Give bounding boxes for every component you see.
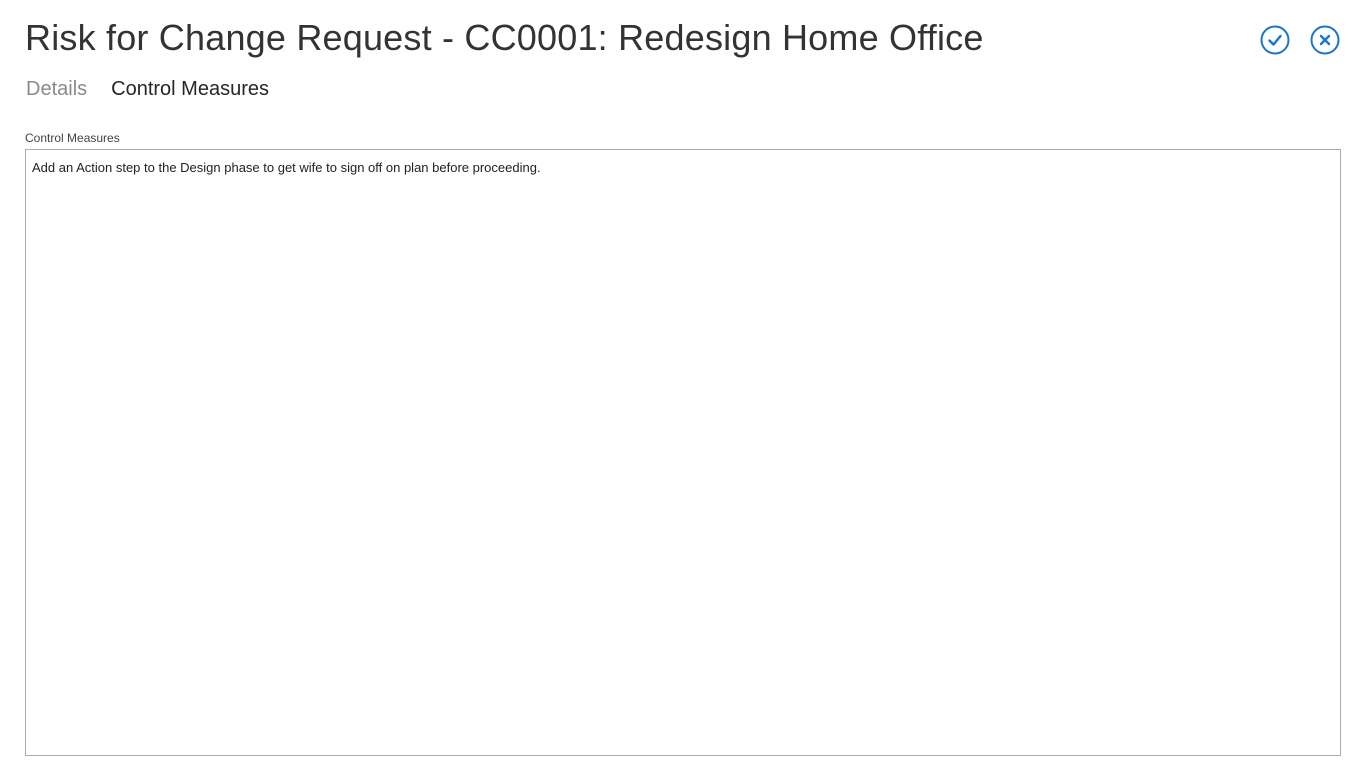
control-measures-value: Add an Action step to the Design phase t… bbox=[32, 160, 541, 175]
close-button[interactable] bbox=[1310, 25, 1340, 55]
control-measures-label: Control Measures bbox=[25, 131, 120, 145]
close-circle-icon bbox=[1310, 25, 1340, 55]
check-circle-icon bbox=[1260, 25, 1290, 55]
control-measures-textarea[interactable]: Add an Action step to the Design phase t… bbox=[25, 149, 1341, 756]
tab-control-measures[interactable]: Control Measures bbox=[111, 78, 269, 101]
risk-dialog: Risk for Change Request - CC0001: Redesi… bbox=[0, 0, 1366, 768]
tab-bar: Details Control Measures bbox=[26, 78, 269, 101]
dialog-actions bbox=[1260, 25, 1340, 55]
tab-details[interactable]: Details bbox=[26, 78, 87, 101]
save-button[interactable] bbox=[1260, 25, 1290, 55]
page-title: Risk for Change Request - CC0001: Redesi… bbox=[25, 17, 984, 58]
